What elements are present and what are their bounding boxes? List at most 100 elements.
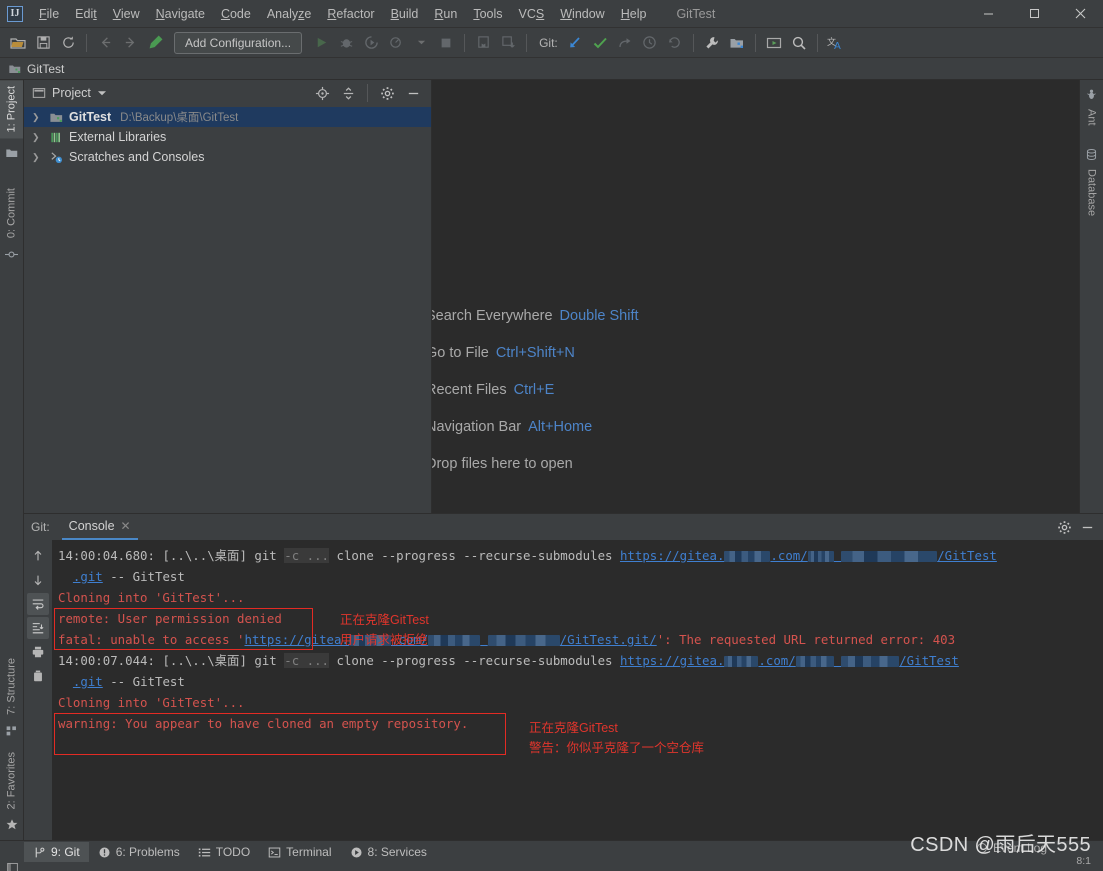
- menu-code[interactable]: Code: [213, 4, 259, 24]
- scroll-down-icon[interactable]: [27, 569, 49, 591]
- tree-node-scratches[interactable]: ❯ Scratches and Consoles: [24, 147, 431, 167]
- tool-button-services[interactable]: 8: Services: [341, 842, 436, 862]
- tool-button-problems[interactable]: 6: Problems: [89, 842, 189, 862]
- toolbar-separator-6: [816, 33, 818, 52]
- run-configuration-selector[interactable]: Add Configuration...: [174, 31, 303, 54]
- console-url-tail[interactable]: .git: [73, 674, 103, 689]
- tool-button-todo[interactable]: TODO: [189, 842, 259, 862]
- chevron-down-icon[interactable]: [409, 31, 433, 55]
- tree-node-gittest[interactable]: ❯ GitTest D:\Backup\桌面\GitTest: [24, 107, 431, 127]
- chevron-right-icon[interactable]: ❯: [32, 112, 42, 123]
- console-url-link[interactable]: https://gitea. .com/ /GitTest: [620, 548, 997, 563]
- tree-node-external-libraries[interactable]: ❯ External Libraries: [24, 127, 431, 147]
- bookmark-icon[interactable]: [471, 31, 495, 55]
- chevron-down-icon[interactable]: [97, 88, 107, 98]
- sidebar-item-favorites[interactable]: 2: Favorites: [0, 746, 23, 815]
- close-button[interactable]: [1057, 0, 1103, 28]
- url-mid: .com/: [758, 653, 796, 668]
- project-structure-icon[interactable]: [725, 31, 749, 55]
- update-project-icon[interactable]: [496, 31, 520, 55]
- git-commit-icon[interactable]: [588, 31, 612, 55]
- settings-wrench-icon[interactable]: [700, 31, 724, 55]
- scroll-to-end-icon[interactable]: [27, 617, 49, 639]
- git-rollback-icon[interactable]: [663, 31, 687, 55]
- hint-go-to-file-action: Go to File: [432, 345, 489, 361]
- locate-target-icon[interactable]: [310, 81, 334, 105]
- sidebar-item-database[interactable]: Database: [1080, 163, 1103, 222]
- search-everywhere-icon[interactable]: [787, 31, 811, 55]
- back-icon[interactable]: [93, 31, 117, 55]
- redacted-block: [487, 635, 560, 646]
- tool-button-git[interactable]: 9: Git: [24, 842, 89, 862]
- sidebar-item-project-label: 1: Project: [5, 86, 18, 133]
- menu-analyze[interactable]: Analyze: [259, 4, 319, 24]
- run-icon[interactable]: [309, 31, 333, 55]
- run-coverage-icon[interactable]: [359, 31, 383, 55]
- tool-button-terminal[interactable]: Terminal: [259, 842, 340, 862]
- annotation-note-2: 正在克隆GitTest 警告：你似乎克隆了一个空仓库: [529, 718, 704, 758]
- hide-panel-icon[interactable]: [401, 81, 425, 105]
- print-icon[interactable]: [27, 641, 49, 663]
- tab-console[interactable]: Console ✕: [61, 514, 138, 540]
- maximize-button[interactable]: [1011, 0, 1057, 28]
- menu-navigate[interactable]: Navigate: [148, 4, 213, 24]
- chevron-right-icon[interactable]: ❯: [32, 152, 42, 163]
- tab-console-label: Console: [68, 519, 115, 533]
- git-push-icon[interactable]: [613, 31, 637, 55]
- menu-build[interactable]: Build: [383, 4, 427, 24]
- editor-hints: Search Everywhere Double Shift Go to File…: [432, 308, 639, 472]
- sync-icon[interactable]: [56, 31, 80, 55]
- console-url-link[interactable]: https://gitea. .com/ /GitTest: [620, 653, 959, 668]
- git-update-icon[interactable]: [563, 31, 587, 55]
- chevron-right-icon[interactable]: ❯: [32, 132, 42, 143]
- console-url-tail[interactable]: .git: [73, 569, 103, 584]
- toolbar-separator-3: [526, 33, 528, 52]
- collapse-all-icon[interactable]: [336, 81, 360, 105]
- menu-vcs[interactable]: VCS: [511, 4, 553, 24]
- close-icon[interactable]: ✕: [121, 519, 131, 533]
- breadcrumb-project[interactable]: GitTest: [27, 62, 64, 76]
- save-all-icon[interactable]: [31, 31, 55, 55]
- hide-panel-icon[interactable]: [1080, 520, 1095, 535]
- url-prefix: https://gitea.: [244, 632, 349, 647]
- gear-icon[interactable]: [1057, 520, 1072, 535]
- database-icon: [1080, 146, 1103, 163]
- build-icon[interactable]: [143, 31, 167, 55]
- project-panel-header-icons: [310, 81, 425, 105]
- git-history-icon[interactable]: [638, 31, 662, 55]
- soft-wrap-icon[interactable]: [27, 593, 49, 615]
- show-tool-windows-icon[interactable]: [6, 861, 19, 871]
- git-console-output[interactable]: 14:00:04.680: [..\..\桌面] git -c ... clon…: [52, 540, 1103, 840]
- scratches-icon: [49, 150, 64, 165]
- sidebar-item-structure[interactable]: 7: Structure: [0, 652, 23, 721]
- main-toolbar: Add Configuration... Git: 文 A: [0, 28, 1103, 58]
- sidebar-item-commit[interactable]: 0: Commit: [0, 182, 23, 244]
- scroll-up-icon[interactable]: [27, 545, 49, 567]
- sidebar-item-ant[interactable]: Ant: [1080, 103, 1103, 132]
- menu-edit[interactable]: Edit: [67, 4, 105, 24]
- url-prefix: https://gitea.: [619, 548, 725, 563]
- profile-icon[interactable]: [384, 31, 408, 55]
- console-url-link[interactable]: https://gitea. .com/ /GitTest.git/: [245, 632, 657, 647]
- menu-view[interactable]: View: [105, 4, 148, 24]
- debug-icon[interactable]: [334, 31, 358, 55]
- console-cwd: [..\..\桌面]: [162, 548, 247, 563]
- menu-run[interactable]: Run: [426, 4, 465, 24]
- stop-icon[interactable]: [434, 31, 458, 55]
- menu-help[interactable]: Help: [613, 4, 655, 24]
- open-folder-icon[interactable]: [6, 31, 30, 55]
- sidebar-item-project[interactable]: 1: Project: [0, 80, 23, 139]
- translate-icon[interactable]: 文A: [824, 31, 848, 55]
- clear-all-icon[interactable]: [27, 665, 49, 687]
- select-in-icon[interactable]: [762, 31, 786, 55]
- minimize-button[interactable]: [965, 0, 1011, 28]
- menu-file[interactable]: File: [31, 4, 67, 24]
- menu-window[interactable]: Window: [552, 4, 612, 24]
- menu-tools[interactable]: Tools: [465, 4, 510, 24]
- console-error-text: Cloning into 'GitTest'...: [58, 590, 245, 605]
- project-panel-title: Project: [52, 86, 91, 100]
- hint-navigation-bar-action: Navigation Bar: [432, 419, 522, 435]
- menu-refactor[interactable]: Refactor: [319, 4, 382, 24]
- gear-icon[interactable]: [375, 81, 399, 105]
- forward-icon[interactable]: [118, 31, 142, 55]
